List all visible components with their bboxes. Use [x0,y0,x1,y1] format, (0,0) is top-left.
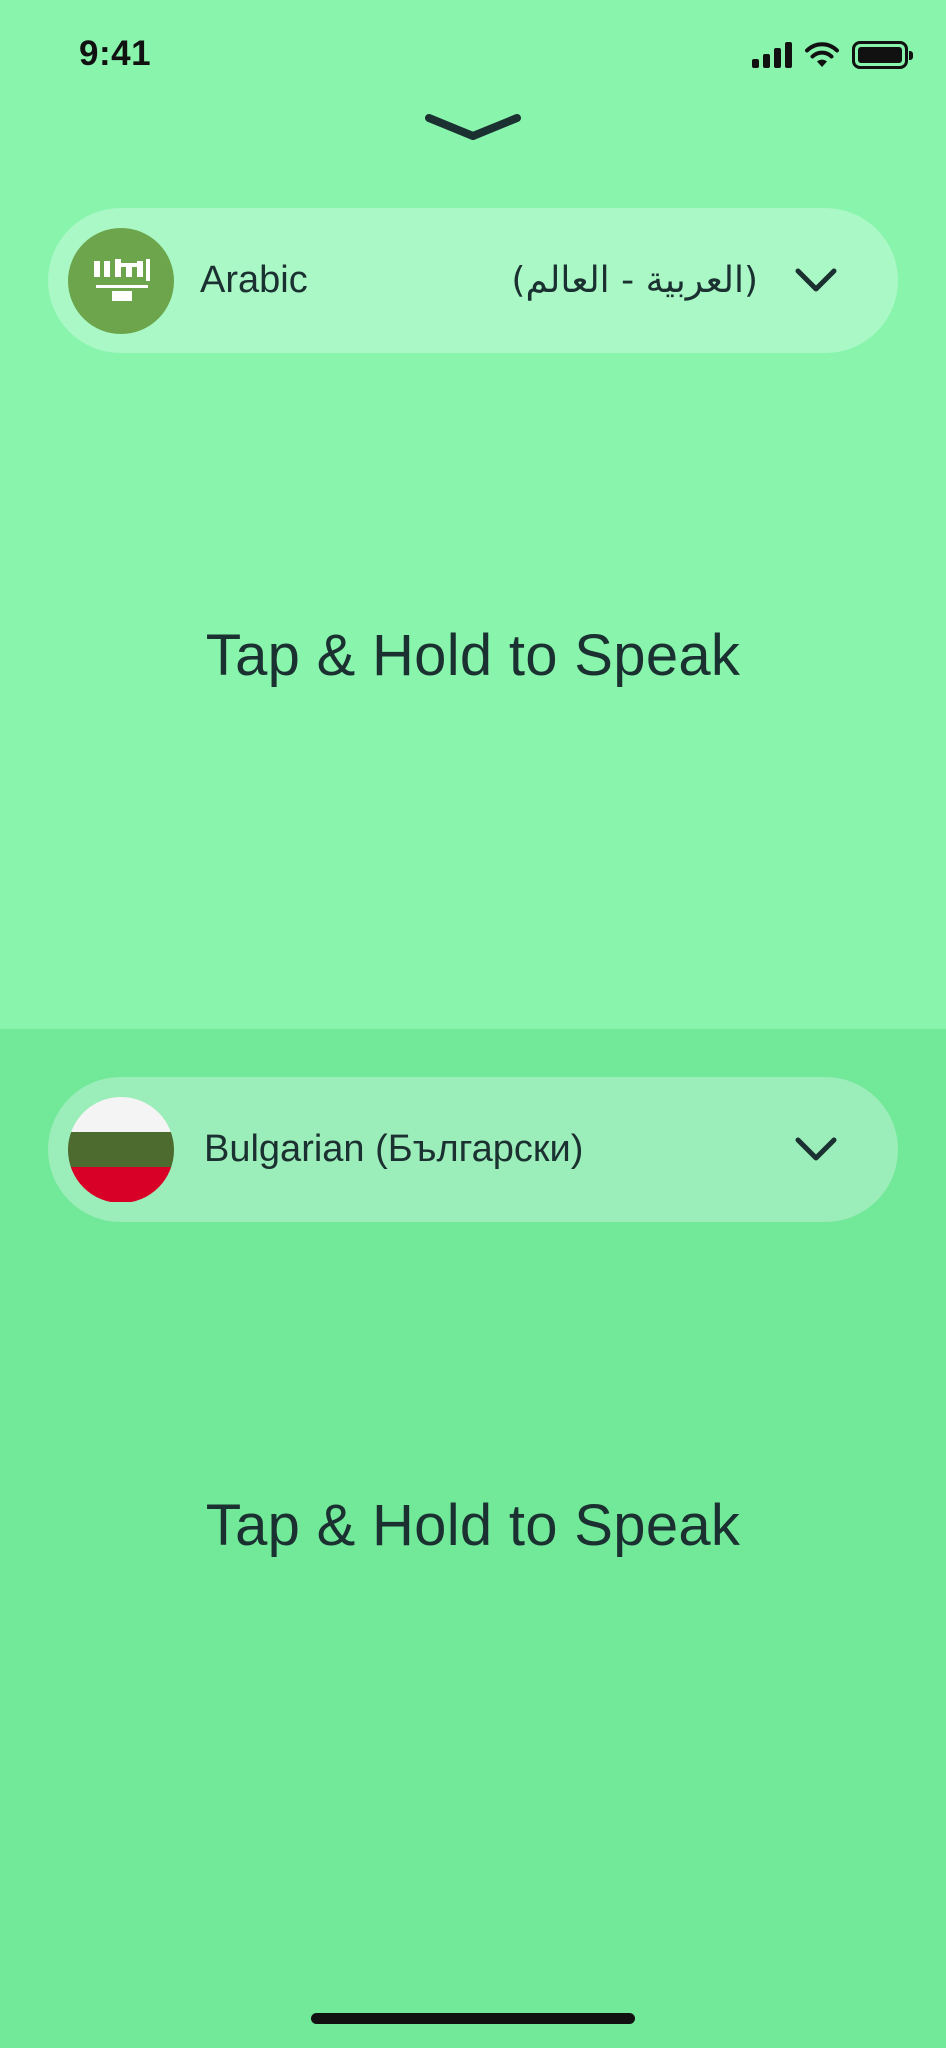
chevron-down-icon[interactable] [786,251,846,311]
status-time: 9:41 [79,34,152,73]
saudi-arabia-flag [68,227,174,334]
collapse-chevron-icon[interactable] [423,108,523,148]
home-indicator[interactable] [311,2013,635,2024]
wifi-icon [805,42,839,67]
target-language-selector[interactable]: Bulgarian (Български) [48,1077,898,1222]
tap-hold-to-speak-label: Tap & Hold to Speak [205,1493,741,1558]
bulgaria-flag [68,1096,174,1203]
chevron-down-icon[interactable] [786,1120,846,1180]
battery-icon [852,41,913,69]
source-language-name: Arabic [200,259,308,301]
source-language-native-name: (العربية - العالم) [511,260,758,301]
top-speak-area[interactable]: 9:41 Arabic (العربية - العالم) Tap & Hol… [0,0,946,1029]
cellular-signal-icon [752,42,792,68]
source-language-selector[interactable]: Arabic (العربية - العالم) [48,208,898,353]
translator-screen: 9:41 Arabic (العربية - العالم) Tap & Hol… [0,0,946,2048]
target-language-name: Bulgarian (Български) [204,1128,584,1170]
tap-hold-to-speak-label: Tap & Hold to Speak [205,623,741,688]
status-icons [752,38,913,72]
